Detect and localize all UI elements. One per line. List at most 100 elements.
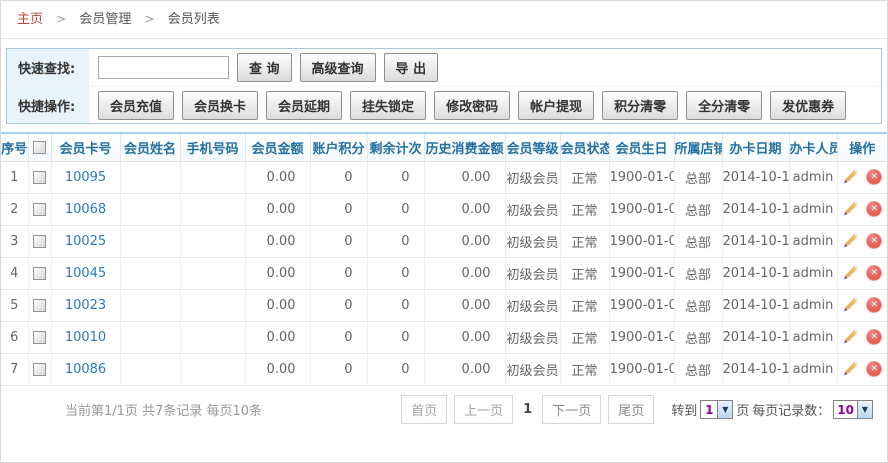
pagesize-select[interactable]: 10 ▼ — [833, 400, 873, 419]
row-checkbox[interactable] — [33, 331, 46, 344]
row-checkbox-cell — [28, 289, 51, 321]
pencil-icon[interactable] — [842, 297, 858, 313]
last-page-button[interactable]: 尾页 — [608, 395, 654, 424]
quick-actions-label: 快捷操作: — [7, 87, 89, 123]
search-input[interactable] — [98, 56, 229, 79]
index-cell: 2 — [1, 193, 28, 225]
column-header: 账户积分 — [310, 133, 367, 161]
amount-cell: 0.00 — [245, 321, 310, 353]
quick-search-row: 快速查找: 查 询 高级查询 导 出 — [7, 49, 881, 86]
name-cell — [120, 257, 180, 289]
delete-icon[interactable] — [866, 297, 882, 313]
history-cell: 0.00 — [424, 193, 505, 225]
pencil-icon[interactable] — [842, 265, 858, 281]
chevron-down-icon: ▼ — [717, 401, 732, 418]
level-cell: 初级会员 — [505, 225, 560, 257]
quick-action-button[interactable]: 全分清零 — [686, 91, 762, 120]
table-row: 5100230.00000.00初级会员正常1900-01-01总部2014-1… — [1, 289, 887, 321]
quick-action-button[interactable]: 会员充值 — [98, 91, 174, 120]
level-cell: 初级会员 — [505, 289, 560, 321]
store-cell: 总部 — [674, 289, 722, 321]
row-checkbox[interactable] — [33, 203, 46, 216]
table-row: 6100100.00000.00初级会员正常1900-01-01总部2014-1… — [1, 321, 887, 353]
card-number-cell: 10068 — [51, 193, 120, 225]
card-number-link[interactable]: 10010 — [65, 330, 106, 345]
birthday-cell: 1900-01-01 — [609, 193, 674, 225]
delete-icon[interactable] — [866, 233, 882, 249]
times-cell: 0 — [367, 353, 424, 385]
pagination-bar: 当前第1/1页 共7条记录 每页10条 首页 上一页 1 下一页 尾页 转到 1… — [1, 393, 887, 427]
advanced-search-button[interactable]: 高级查询 — [300, 53, 376, 82]
operations-cell — [837, 321, 887, 353]
row-checkbox-cell — [28, 193, 51, 225]
export-button[interactable]: 导 出 — [384, 53, 439, 82]
name-cell — [120, 193, 180, 225]
row-checkbox[interactable] — [33, 235, 46, 248]
operator-cell: admin — [789, 161, 837, 193]
row-checkbox[interactable] — [33, 363, 46, 376]
breadcrumb: 主页 > 会员管理 > 会员列表 — [1, 1, 887, 39]
quick-action-button[interactable]: 修改密码 — [434, 91, 510, 120]
delete-icon[interactable] — [866, 201, 882, 217]
pencil-icon[interactable] — [842, 201, 858, 217]
times-cell: 0 — [367, 289, 424, 321]
column-header: 剩余计次 — [367, 133, 424, 161]
row-checkbox[interactable] — [33, 299, 46, 312]
next-page-button[interactable]: 下一页 — [542, 395, 601, 424]
table-row: 3100250.00000.00初级会员正常1900-01-01总部2014-1… — [1, 225, 887, 257]
delete-icon[interactable] — [866, 361, 882, 377]
store-cell: 总部 — [674, 225, 722, 257]
card-number-link[interactable]: 10086 — [65, 362, 106, 377]
pencil-icon[interactable] — [842, 169, 858, 185]
operations-cell — [837, 225, 887, 257]
breadcrumb-member-management[interactable]: 会员管理 — [79, 12, 131, 27]
store-cell: 总部 — [674, 353, 722, 385]
operator-cell: admin — [789, 257, 837, 289]
history-cell: 0.00 — [424, 289, 505, 321]
row-checkbox[interactable] — [33, 171, 46, 184]
pencil-icon[interactable] — [842, 233, 858, 249]
select-all-checkbox[interactable] — [33, 141, 46, 154]
level-cell: 初级会员 — [505, 257, 560, 289]
pencil-icon[interactable] — [842, 329, 858, 345]
times-cell: 0 — [367, 257, 424, 289]
goto-page-select[interactable]: 1 ▼ — [700, 400, 733, 419]
quick-action-button[interactable]: 发优惠券 — [770, 91, 846, 120]
first-page-button[interactable]: 首页 — [401, 395, 447, 424]
card-number-link[interactable]: 10068 — [65, 202, 106, 217]
status-cell: 正常 — [560, 161, 609, 193]
member-list-page: 主页 > 会员管理 > 会员列表 快速查找: 查 询 高级查询 导 出 快捷操作… — [0, 0, 888, 463]
birthday-cell: 1900-01-01 — [609, 161, 674, 193]
card-number-link[interactable]: 10095 — [65, 170, 106, 185]
prev-page-button[interactable]: 上一页 — [454, 395, 513, 424]
column-header: 手机号码 — [180, 133, 245, 161]
birthday-cell: 1900-01-01 — [609, 353, 674, 385]
search-button[interactable]: 查 询 — [237, 53, 292, 82]
operator-cell: admin — [789, 289, 837, 321]
card-number-link[interactable]: 10025 — [65, 234, 106, 249]
breadcrumb-home[interactable]: 主页 — [17, 12, 43, 27]
phone-cell — [180, 161, 245, 193]
goto-label: 转到 — [671, 400, 697, 419]
table-row: 2100680.00000.00初级会员正常1900-01-01总部2014-1… — [1, 193, 887, 225]
pencil-icon[interactable] — [842, 361, 858, 377]
card-number-link[interactable]: 10023 — [65, 298, 106, 313]
row-checkbox-cell — [28, 321, 51, 353]
row-checkbox[interactable] — [33, 267, 46, 280]
quick-action-button[interactable]: 挂失锁定 — [350, 91, 426, 120]
history-cell: 0.00 — [424, 321, 505, 353]
operator-cell: admin — [789, 353, 837, 385]
current-page-number: 1 — [523, 402, 532, 417]
delete-icon[interactable] — [866, 329, 882, 345]
delete-icon[interactable] — [866, 265, 882, 281]
breadcrumb-member-list[interactable]: 会员列表 — [168, 12, 220, 27]
quick-action-button[interactable]: 积分清零 — [602, 91, 678, 120]
card-number-link[interactable]: 10045 — [65, 266, 106, 281]
points-cell: 0 — [310, 193, 367, 225]
pagesize-label: 每页记录数： — [752, 400, 830, 419]
delete-icon[interactable] — [866, 169, 882, 185]
status-cell: 正常 — [560, 321, 609, 353]
quick-action-button[interactable]: 会员换卡 — [182, 91, 258, 120]
quick-action-button[interactable]: 帐户提现 — [518, 91, 594, 120]
quick-action-button[interactable]: 会员延期 — [266, 91, 342, 120]
